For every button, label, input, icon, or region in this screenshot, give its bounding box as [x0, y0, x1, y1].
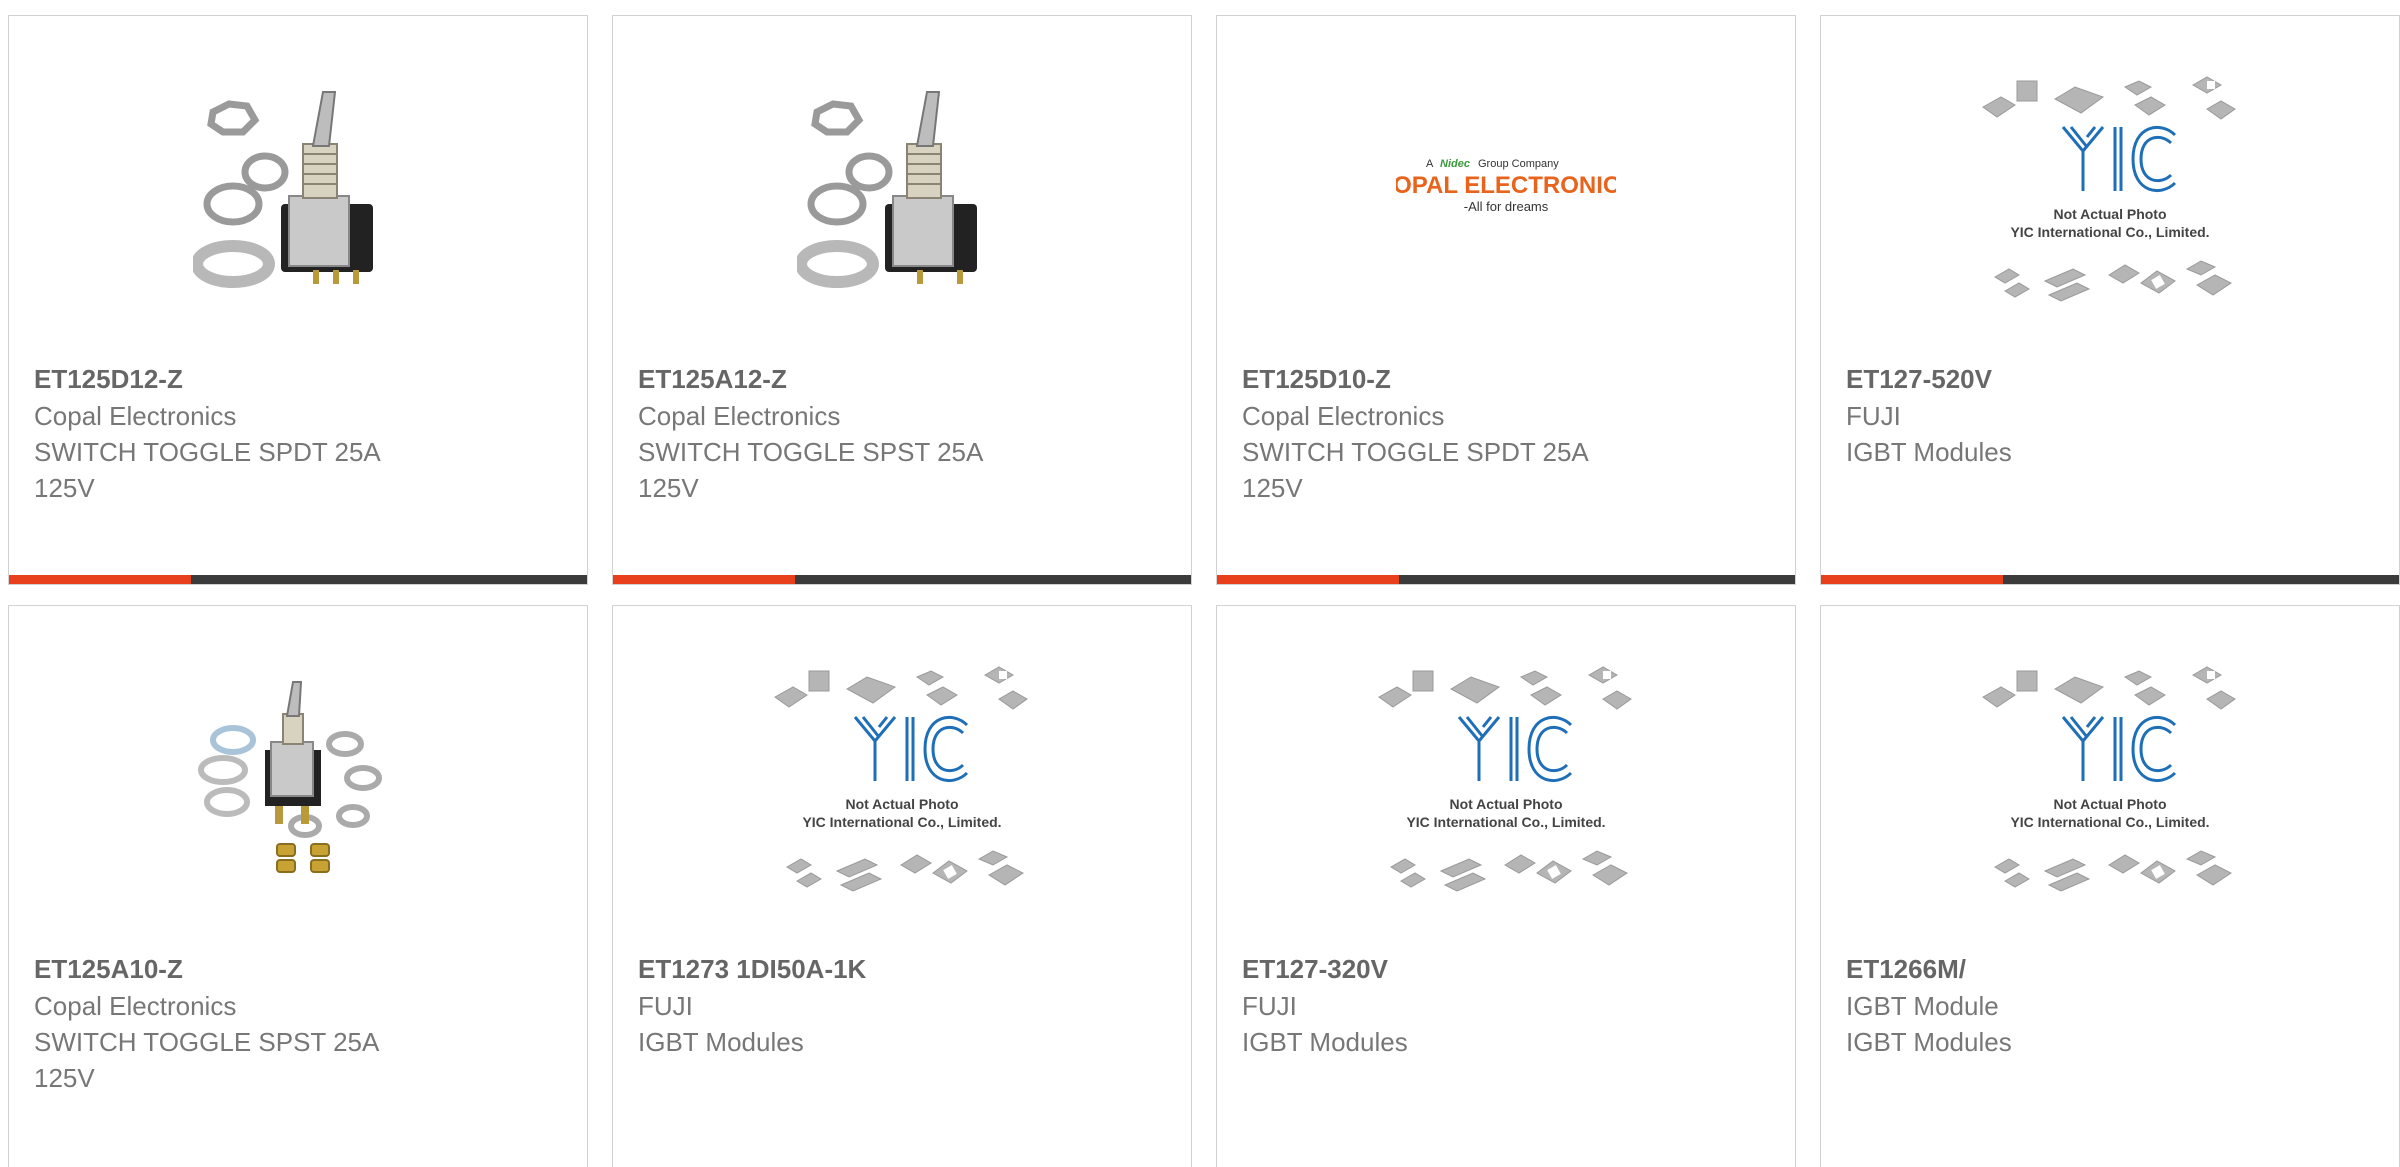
description-cont: 125V: [1242, 473, 1303, 503]
card-accent-bar: [613, 575, 1191, 584]
part-number-link[interactable]: ET125D10-Z: [1242, 360, 1662, 398]
description: IGBT Modules: [1846, 437, 2012, 467]
yic-placeholder: Not Actual Photo YIC International Co., …: [1982, 76, 2236, 302]
svg-text:Not Actual Photo: Not Actual Photo: [2053, 206, 2166, 222]
svg-text:COPAL ELECTRONICS: COPAL ELECTRONICS: [1396, 172, 1616, 199]
product-info: ET127-520V FUJI IGBT Modules: [1846, 360, 2266, 470]
copal-logo: A Nidec Group Company COPAL ELECTRONICS …: [1396, 158, 1616, 214]
product-info: ET1273 1DI50A-1K FUJI IGBT Modules: [638, 950, 1058, 1060]
svg-text:YIC International Co., Limited: YIC International Co., Limited.: [802, 814, 1001, 830]
description: IGBT Modules: [1846, 1027, 2012, 1057]
manufacturer: FUJI: [1242, 991, 1297, 1021]
yic-placeholder: Not Actual Photo YIC International Co., …: [1982, 666, 2236, 892]
svg-text:-All for dreams: -All for dreams: [1464, 199, 1549, 214]
yic-placeholder: Not Actual Photo YIC International Co., …: [1378, 666, 1632, 892]
svg-text:YIC International Co., Limited: YIC International Co., Limited.: [1406, 814, 1605, 830]
manufacturer: Copal Electronics: [34, 991, 237, 1021]
part-number-link[interactable]: ET127-320V: [1242, 950, 1662, 988]
toggle-switch-photo: [193, 91, 373, 288]
manufacturer: IGBT Module: [1846, 991, 1999, 1021]
part-number-link[interactable]: ET1266M/: [1846, 950, 2266, 988]
svg-text:Group Company: Group Company: [1478, 158, 1559, 170]
description: IGBT Modules: [638, 1027, 804, 1057]
product-info: ET125A12-Z Copal Electronics SWITCH TOGG…: [638, 360, 1058, 506]
description: IGBT Modules: [1242, 1027, 1408, 1057]
product-card[interactable]: Not Actual Photo YIC International Co., …: [612, 605, 1192, 1167]
product-image[interactable]: [9, 664, 587, 894]
product-image[interactable]: [9, 74, 587, 304]
part-number-link[interactable]: ET127-520V: [1846, 360, 2266, 398]
product-card[interactable]: ET125D12-Z Copal Electronics SWITCH TOGG…: [8, 15, 588, 585]
product-image[interactable]: Not Actual Photo YIC International Co., …: [1821, 664, 2399, 894]
product-card[interactable]: Not Actual Photo YIC International Co., …: [1820, 15, 2400, 585]
product-info: ET1266M/ IGBT Module IGBT Modules: [1846, 950, 2266, 1060]
manufacturer: Copal Electronics: [1242, 401, 1445, 431]
description: SWITCH TOGGLE SPDT 25A: [34, 437, 381, 467]
product-info: ET125D12-Z Copal Electronics SWITCH TOGG…: [34, 360, 454, 506]
manufacturer: Copal Electronics: [638, 401, 841, 431]
svg-text:A: A: [1426, 158, 1434, 170]
product-card[interactable]: ET125A12-Z Copal Electronics SWITCH TOGG…: [612, 15, 1192, 585]
svg-text:Not Actual Photo: Not Actual Photo: [1449, 796, 1562, 812]
card-accent-bar: [9, 575, 587, 584]
product-info: ET127-320V FUJI IGBT Modules: [1242, 950, 1662, 1060]
svg-text:YIC International Co., Limited: YIC International Co., Limited.: [2010, 814, 2209, 830]
card-accent-bar: [1217, 575, 1795, 584]
description-cont: 125V: [34, 1063, 95, 1093]
part-number-link[interactable]: ET1273 1DI50A-1K: [638, 950, 1058, 988]
description-cont: 125V: [638, 473, 699, 503]
product-image[interactable]: Not Actual Photo YIC International Co., …: [613, 664, 1191, 894]
product-info: ET125A10-Z Copal Electronics SWITCH TOGG…: [34, 950, 454, 1096]
manufacturer: FUJI: [638, 991, 693, 1021]
toggle-switch-photo: [797, 91, 977, 288]
product-image[interactable]: A Nidec Group Company COPAL ELECTRONICS …: [1217, 74, 1795, 304]
product-card[interactable]: Not Actual Photo YIC International Co., …: [1216, 605, 1796, 1167]
manufacturer: FUJI: [1846, 401, 1901, 431]
product-grid: ET125D12-Z Copal Electronics SWITCH TOGG…: [8, 15, 2400, 1167]
product-image[interactable]: [613, 74, 1191, 304]
manufacturer: Copal Electronics: [34, 401, 237, 431]
description-cont: 125V: [34, 473, 95, 503]
yic-placeholder: Not Actual Photo YIC International Co., …: [774, 666, 1028, 892]
product-card[interactable]: ET125A10-Z Copal Electronics SWITCH TOGG…: [8, 605, 588, 1167]
description: SWITCH TOGGLE SPDT 25A: [1242, 437, 1589, 467]
svg-text:YIC International Co., Limited: YIC International Co., Limited.: [2010, 224, 2209, 240]
toggle-switch-kit-photo: [198, 681, 382, 873]
product-image[interactable]: Not Actual Photo YIC International Co., …: [1821, 74, 2399, 304]
product-info: ET125D10-Z Copal Electronics SWITCH TOGG…: [1242, 360, 1662, 506]
product-image[interactable]: Not Actual Photo YIC International Co., …: [1217, 664, 1795, 894]
part-number-link[interactable]: ET125D12-Z: [34, 360, 454, 398]
part-number-link[interactable]: ET125A12-Z: [638, 360, 1058, 398]
product-card[interactable]: A Nidec Group Company COPAL ELECTRONICS …: [1216, 15, 1796, 585]
card-accent-bar: [1821, 575, 2399, 584]
svg-text:Not Actual Photo: Not Actual Photo: [2053, 796, 2166, 812]
svg-text:Nidec: Nidec: [1440, 158, 1470, 170]
svg-text:Not Actual Photo: Not Actual Photo: [845, 796, 958, 812]
part-number-link[interactable]: ET125A10-Z: [34, 950, 454, 988]
description: SWITCH TOGGLE SPST 25A: [638, 437, 984, 467]
description: SWITCH TOGGLE SPST 25A: [34, 1027, 380, 1057]
product-card[interactable]: Not Actual Photo YIC International Co., …: [1820, 605, 2400, 1167]
